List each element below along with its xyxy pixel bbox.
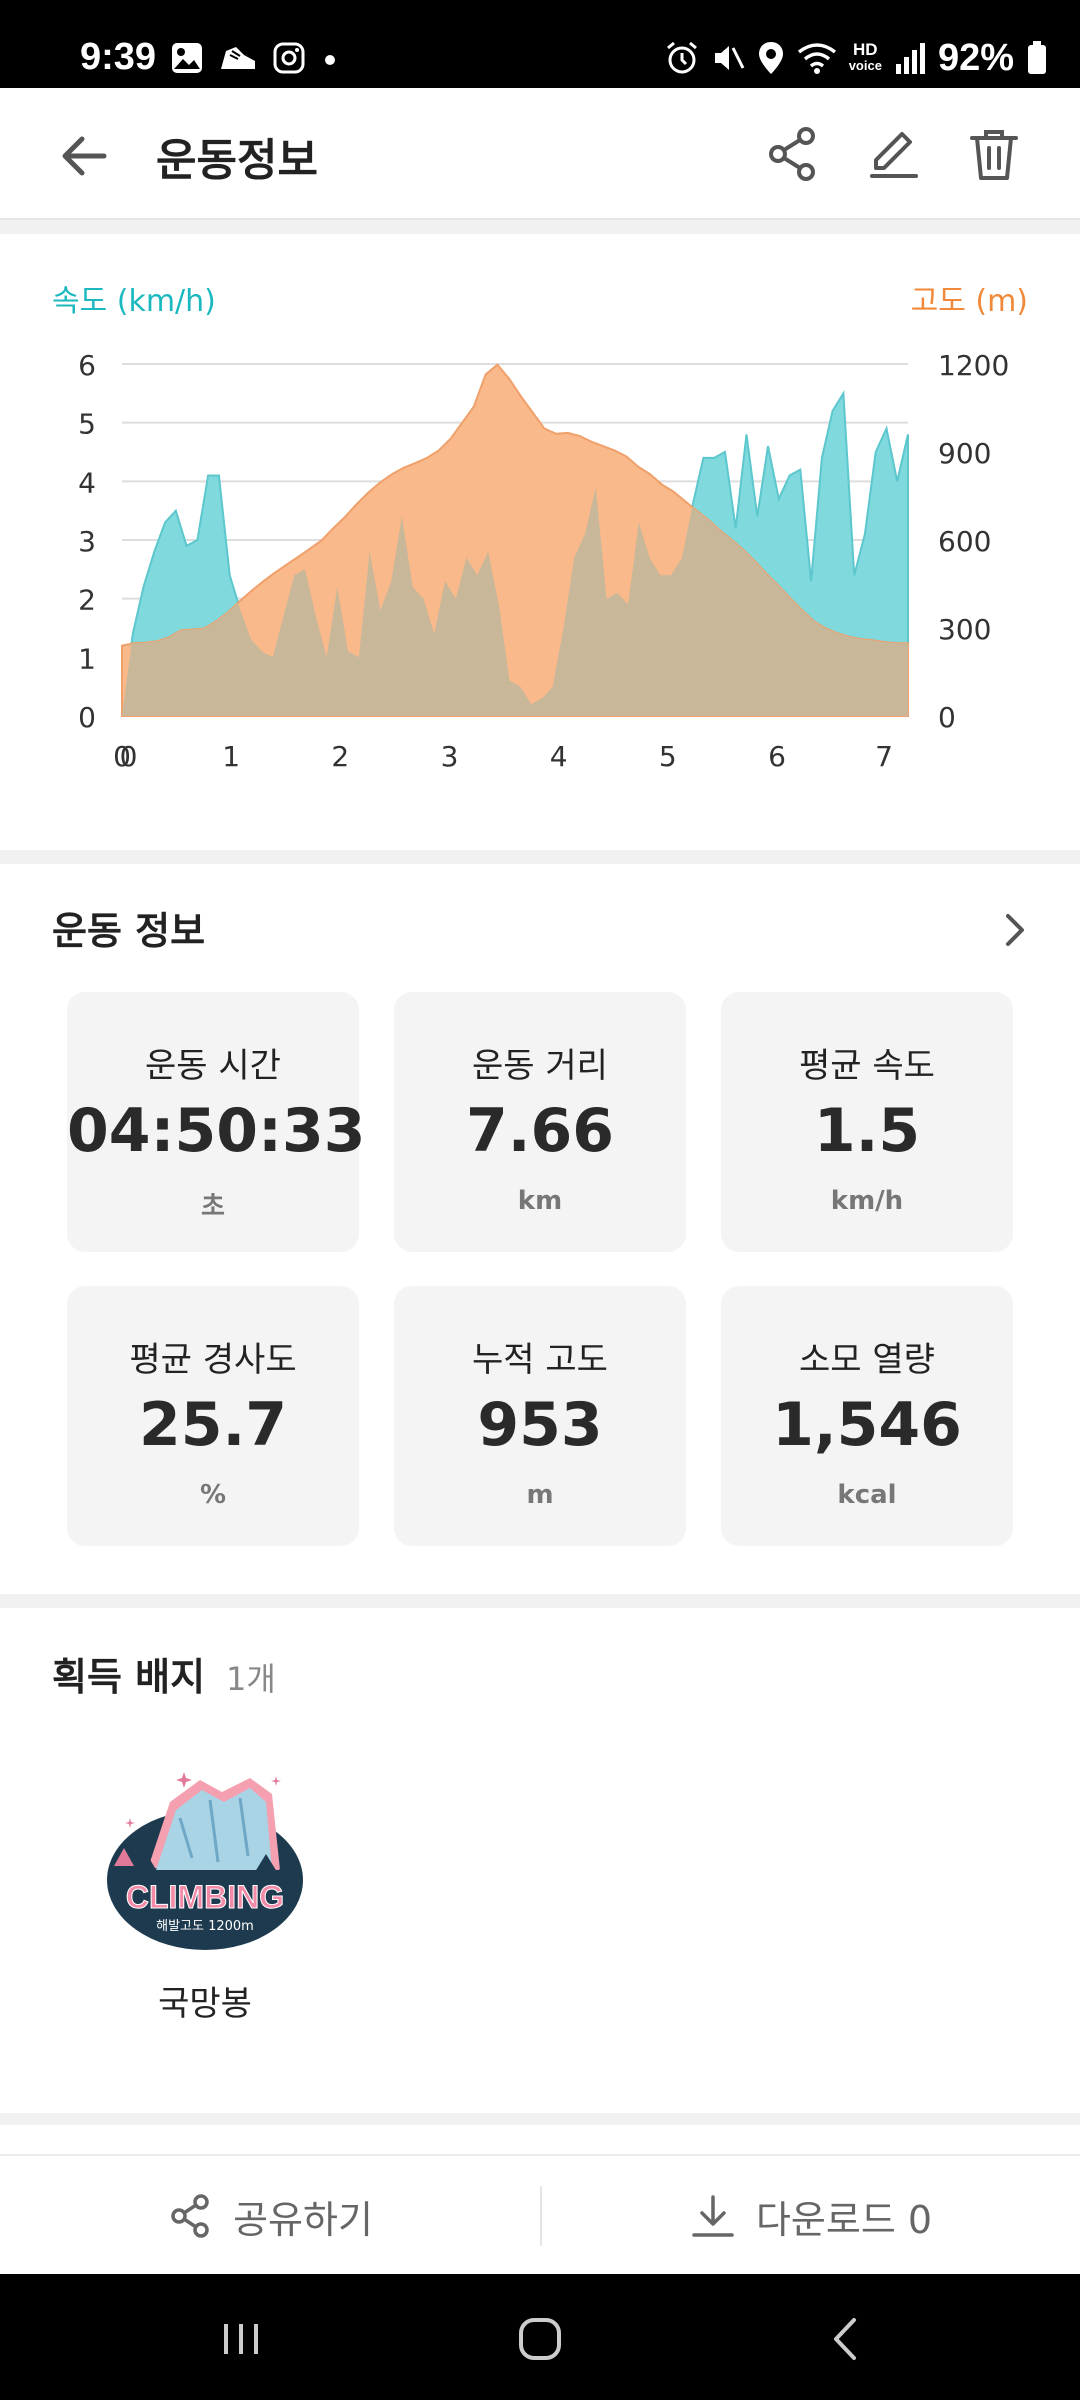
system-nav-bar xyxy=(0,2274,1080,2400)
system-icons: HD voice 92% xyxy=(665,36,1048,79)
x-tick-label: 4 xyxy=(550,740,568,773)
dot-icon xyxy=(325,55,335,65)
bottom-action-bar: 공유하기 다운로드 0 xyxy=(0,2154,1080,2274)
x-tick-label: 7 xyxy=(875,740,893,773)
signal-icon xyxy=(895,43,925,74)
stat-value: 1.5 xyxy=(813,1096,921,1166)
left-tick-label: 3 xyxy=(78,525,96,558)
chevron-right-icon[interactable] xyxy=(984,900,1044,960)
left-tick-label: 5 xyxy=(78,408,96,441)
stat-unit: km/h xyxy=(830,1186,904,1216)
stat-unit: % xyxy=(199,1480,227,1510)
stat-unit: km xyxy=(517,1186,563,1216)
stat-card-duration: 운동 시간 04:50:33 초 xyxy=(67,992,366,1252)
stat-value: 7.66 xyxy=(465,1096,615,1166)
share-icon[interactable] xyxy=(760,122,824,186)
stat-label: 평균 속도 xyxy=(799,1046,935,1086)
notification-icons xyxy=(170,40,340,76)
x-tick-label: 5 xyxy=(659,740,677,773)
stat-label: 소모 열량 xyxy=(799,1340,935,1380)
right-tick-label: 900 xyxy=(938,437,991,470)
divider xyxy=(0,850,1080,864)
download-button[interactable]: 다운로드 0 xyxy=(540,2156,1080,2276)
wifi-icon xyxy=(797,43,836,74)
status-bar: 9:39 HD voice 92% xyxy=(0,0,1080,88)
climbing-badge-icon: CLIMBING 해발고도 1200m xyxy=(107,1772,303,1950)
stat-card-distance: 운동 거리 7.66 km xyxy=(394,992,686,1252)
stat-label: 운동 시간 xyxy=(145,1046,281,1086)
gallery-icon xyxy=(172,43,202,73)
stat-unit: m xyxy=(526,1480,554,1510)
recent-apps-icon[interactable] xyxy=(206,2304,276,2374)
left-tick-label: 4 xyxy=(78,466,96,499)
divider xyxy=(0,220,1080,234)
left-tick-label: 0 xyxy=(78,701,96,734)
x-tick-label: 6 xyxy=(768,740,786,773)
back-nav-icon[interactable] xyxy=(812,2304,882,2374)
stat-card-calories: 소모 열량 1,546 kcal xyxy=(721,1286,1013,1546)
svg-text:CLIMBING: CLIMBING xyxy=(126,1879,284,1915)
share-button[interactable]: 공유하기 xyxy=(0,2156,540,2276)
left-tick-label: 1 xyxy=(78,642,96,675)
alarm-icon xyxy=(666,41,697,74)
edit-icon[interactable] xyxy=(862,122,926,186)
badge-name: 국망봉 xyxy=(158,1984,252,2024)
left-tick-label: 2 xyxy=(78,584,96,617)
x-tick-label: 3 xyxy=(441,740,459,773)
status-time: 9:39 xyxy=(80,36,157,78)
left-tick-label: 6 xyxy=(78,349,96,382)
stat-label: 평균 경사도 xyxy=(129,1340,297,1380)
instagram-icon xyxy=(273,42,305,74)
badge-section-title: 획득 배지 xyxy=(52,1655,206,1699)
stat-card-avg-speed: 평균 속도 1.5 km/h xyxy=(721,992,1013,1252)
x-tick-label: 1 xyxy=(222,740,240,773)
app-header: 운동정보 xyxy=(0,88,1080,220)
stat-label: 운동 거리 xyxy=(472,1046,608,1086)
mute-icon xyxy=(714,46,745,70)
share-icon xyxy=(171,2194,209,2238)
battery-percent: 92% xyxy=(937,36,1014,79)
right-tick-label: 600 xyxy=(938,525,991,558)
speed-altitude-chart: 속도 (km/h) 고도 (m) 6 5 4 3 2 1 0 1200 900 600 300 0 0 0… xyxy=(0,234,1080,850)
stat-value: 04:50:33 xyxy=(67,1096,366,1166)
download-label: 다운로드 0 xyxy=(755,2197,933,2242)
badge-count: 1개 xyxy=(226,1660,276,1698)
badge-item[interactable]: CLIMBING 해발고도 1200m 국망봉 xyxy=(100,1758,310,2025)
divider xyxy=(0,1594,1080,1608)
stat-label: 누적 고도 xyxy=(472,1340,608,1380)
section-title: 운동 정보 xyxy=(52,909,206,953)
page-title: 운동정보 xyxy=(156,135,318,186)
trash-icon[interactable] xyxy=(962,122,1026,186)
home-icon[interactable] xyxy=(505,2304,575,2374)
right-tick-label: 0 xyxy=(938,701,956,734)
right-tick-label: 1200 xyxy=(938,349,1009,382)
badge-section: 획득 배지 1개 CLIMBING 해발고도 1200m 국망봉 xyxy=(0,1608,1080,2113)
stat-value: 953 xyxy=(477,1390,603,1460)
x-tick-label: 2 xyxy=(331,740,349,773)
divider xyxy=(0,2113,1080,2125)
sneaker-icon xyxy=(221,47,255,69)
workout-info-section: 운동 정보 운동 시간 04:50:33 초 운동 거리 7.66 km 평균 … xyxy=(0,864,1080,1594)
svg-text:해발고도 1200m: 해발고도 1200m xyxy=(156,1919,254,1934)
right-tick-label: 300 xyxy=(938,613,991,646)
share-label: 공유하기 xyxy=(233,2197,373,2242)
stat-value: 25.7 xyxy=(138,1390,288,1460)
battery-icon xyxy=(1028,41,1046,74)
stat-card-avg-slope: 평균 경사도 25.7 % xyxy=(67,1286,359,1546)
back-arrow-icon[interactable] xyxy=(54,126,114,186)
stat-card-elevation-gain: 누적 고도 953 m xyxy=(394,1286,686,1546)
stat-value: 1,546 xyxy=(772,1390,962,1460)
stat-unit: kcal xyxy=(837,1480,897,1510)
download-icon xyxy=(692,2195,734,2237)
location-icon xyxy=(758,42,783,74)
chart-plot: 65432101200900600300000 1 2 3 4 5 6 7 xyxy=(78,349,1009,773)
hd-voice-icon: HD voice xyxy=(848,40,882,73)
stat-unit: 초 xyxy=(201,1192,225,1222)
x-tick-label: 0 xyxy=(120,740,138,773)
